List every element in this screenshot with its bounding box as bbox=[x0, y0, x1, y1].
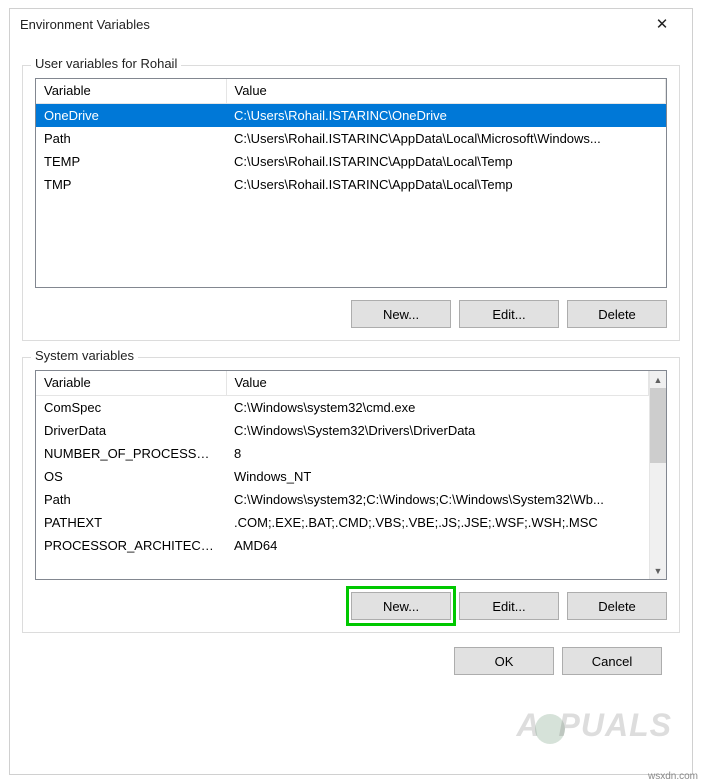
table-row[interactable]: PathC:\Users\Rohail.ISTARINC\AppData\Loc… bbox=[36, 127, 666, 150]
value-cell: 8 bbox=[226, 442, 649, 465]
table-row[interactable]: DriverDataC:\Windows\System32\Drivers\Dr… bbox=[36, 419, 649, 442]
titlebar: Environment Variables ✕ bbox=[10, 9, 692, 39]
user-edit-button[interactable]: Edit... bbox=[459, 300, 559, 328]
user-buttons-row: New... Edit... Delete bbox=[35, 300, 667, 328]
dialog-title: Environment Variables bbox=[20, 17, 642, 32]
user-new-button[interactable]: New... bbox=[351, 300, 451, 328]
column-header-value[interactable]: Value bbox=[226, 371, 649, 395]
value-cell: C:\Windows\system32;C:\Windows;C:\Window… bbox=[226, 488, 649, 511]
variable-cell: PROCESSOR_ARCHITECTU... bbox=[36, 534, 226, 557]
variable-cell: ComSpec bbox=[36, 395, 226, 419]
value-cell: C:\Users\Rohail.ISTARINC\AppData\Local\T… bbox=[226, 150, 666, 173]
cancel-button[interactable]: Cancel bbox=[562, 647, 662, 675]
variable-cell: DriverData bbox=[36, 419, 226, 442]
system-variables-table-container: Variable Value ComSpecC:\Windows\system3… bbox=[35, 370, 667, 580]
user-delete-button[interactable]: Delete bbox=[567, 300, 667, 328]
system-new-button[interactable]: New... bbox=[351, 592, 451, 620]
variable-cell: OS bbox=[36, 465, 226, 488]
table-row[interactable]: PATHEXT.COM;.EXE;.BAT;.CMD;.VBS;.VBE;.JS… bbox=[36, 511, 649, 534]
value-cell: C:\Users\Rohail.ISTARINC\OneDrive bbox=[226, 103, 666, 127]
value-cell: .COM;.EXE;.BAT;.CMD;.VBS;.VBE;.JS;.JSE;.… bbox=[226, 511, 649, 534]
user-group-label: User variables for Rohail bbox=[31, 56, 181, 71]
dialog-content: User variables for Rohail Variable Value… bbox=[10, 39, 692, 685]
system-scrollbar[interactable]: ▲ ▼ bbox=[649, 371, 666, 579]
credit-text: wsxdn.com bbox=[648, 771, 698, 782]
table-row[interactable]: OSWindows_NT bbox=[36, 465, 649, 488]
variable-cell: TEMP bbox=[36, 150, 226, 173]
value-cell: Windows_NT bbox=[226, 465, 649, 488]
value-cell: C:\Users\Rohail.ISTARINC\AppData\Local\T… bbox=[226, 173, 666, 196]
scroll-down-icon[interactable]: ▼ bbox=[650, 562, 666, 579]
user-variables-table[interactable]: Variable Value OneDriveC:\Users\Rohail.I… bbox=[36, 79, 666, 196]
system-variables-table[interactable]: Variable Value ComSpecC:\Windows\system3… bbox=[36, 371, 649, 557]
variable-cell: TMP bbox=[36, 173, 226, 196]
column-header-variable[interactable]: Variable bbox=[36, 79, 226, 103]
table-row[interactable]: PathC:\Windows\system32;C:\Windows;C:\Wi… bbox=[36, 488, 649, 511]
value-cell: AMD64 bbox=[226, 534, 649, 557]
value-cell: C:\Windows\system32\cmd.exe bbox=[226, 395, 649, 419]
user-variables-table-container: Variable Value OneDriveC:\Users\Rohail.I… bbox=[35, 78, 667, 288]
column-header-variable[interactable]: Variable bbox=[36, 371, 226, 395]
environment-variables-dialog: Environment Variables ✕ User variables f… bbox=[9, 8, 693, 775]
table-row[interactable]: TMPC:\Users\Rohail.ISTARINC\AppData\Loca… bbox=[36, 173, 666, 196]
user-variables-group: User variables for Rohail Variable Value… bbox=[22, 65, 680, 341]
table-row[interactable]: TEMPC:\Users\Rohail.ISTARINC\AppData\Loc… bbox=[36, 150, 666, 173]
system-edit-button[interactable]: Edit... bbox=[459, 592, 559, 620]
variable-cell: Path bbox=[36, 127, 226, 150]
system-delete-button[interactable]: Delete bbox=[567, 592, 667, 620]
column-header-value[interactable]: Value bbox=[226, 79, 666, 103]
variable-cell: Path bbox=[36, 488, 226, 511]
scroll-thumb[interactable] bbox=[650, 388, 666, 463]
system-group-label: System variables bbox=[31, 348, 138, 363]
system-buttons-row: New... Edit... Delete bbox=[35, 592, 667, 620]
ok-button[interactable]: OK bbox=[454, 647, 554, 675]
table-row[interactable]: PROCESSOR_ARCHITECTU...AMD64 bbox=[36, 534, 649, 557]
value-cell: C:\Users\Rohail.ISTARINC\AppData\Local\M… bbox=[226, 127, 666, 150]
variable-cell: OneDrive bbox=[36, 103, 226, 127]
scroll-up-icon[interactable]: ▲ bbox=[650, 371, 666, 388]
variable-cell: NUMBER_OF_PROCESSORS bbox=[36, 442, 226, 465]
close-icon[interactable]: ✕ bbox=[642, 10, 682, 38]
table-row[interactable]: OneDriveC:\Users\Rohail.ISTARINC\OneDriv… bbox=[36, 103, 666, 127]
variable-cell: PATHEXT bbox=[36, 511, 226, 534]
value-cell: C:\Windows\System32\Drivers\DriverData bbox=[226, 419, 649, 442]
scroll-track[interactable] bbox=[650, 463, 666, 562]
table-row[interactable]: NUMBER_OF_PROCESSORS8 bbox=[36, 442, 649, 465]
dialog-footer: OK Cancel bbox=[22, 633, 680, 675]
table-row[interactable]: ComSpecC:\Windows\system32\cmd.exe bbox=[36, 395, 649, 419]
system-variables-group: System variables Variable Value ComSpecC… bbox=[22, 357, 680, 633]
